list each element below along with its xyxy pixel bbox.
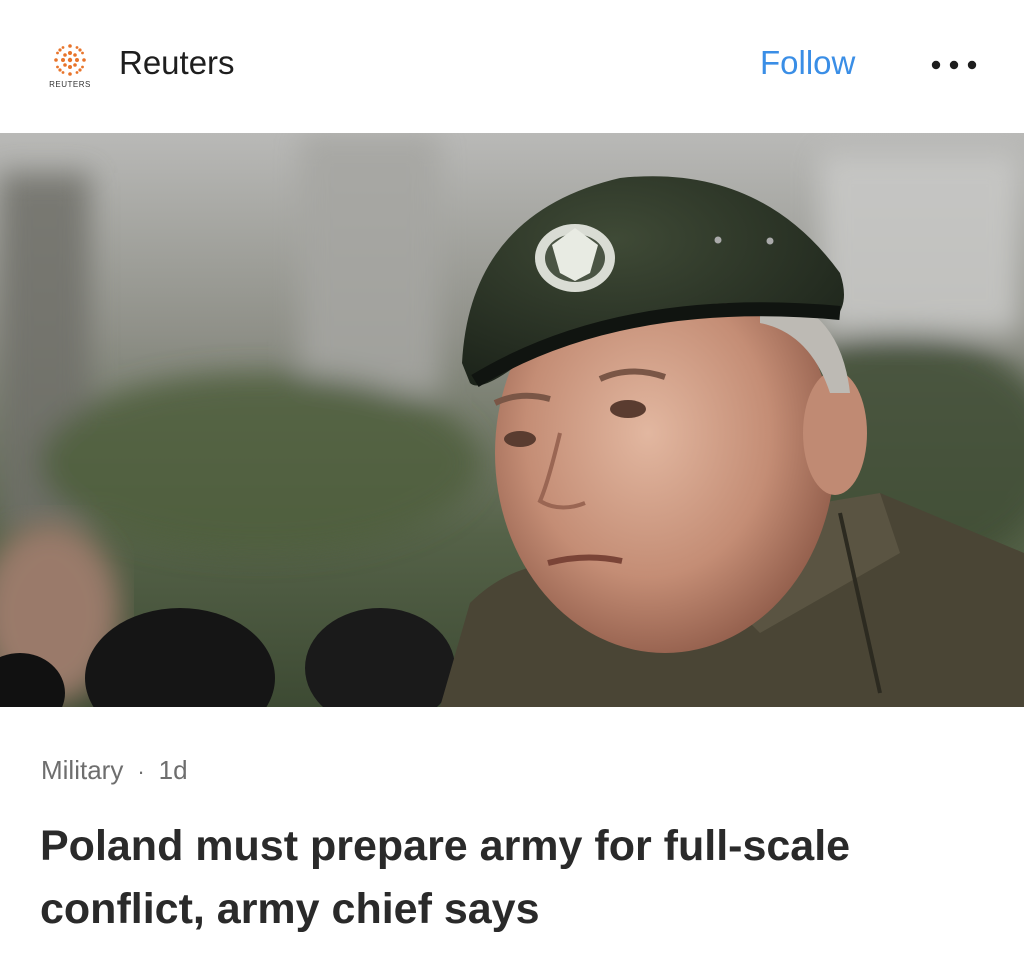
article-headline[interactable]: Poland must prepare army for full-scale … — [40, 815, 990, 941]
meta-separator: · — [137, 759, 145, 784]
article-header: REUTERS Reuters Follow — [0, 0, 1024, 133]
army-chief-photo — [0, 133, 1024, 707]
more-horizontal-icon — [931, 60, 977, 70]
logo-wordmark: REUTERS — [49, 80, 91, 89]
article-category[interactable]: Military — [41, 755, 123, 785]
article-hero-image[interactable] — [0, 133, 1024, 707]
publisher-logo[interactable]: REUTERS — [40, 40, 100, 100]
reuters-logo-icon — [54, 44, 86, 76]
publisher-name[interactable]: Reuters — [119, 44, 235, 82]
article-age: 1d — [158, 755, 188, 785]
more-options-button[interactable] — [928, 52, 980, 78]
follow-button[interactable]: Follow — [760, 44, 855, 82]
article-meta: Military · 1d — [41, 755, 188, 786]
